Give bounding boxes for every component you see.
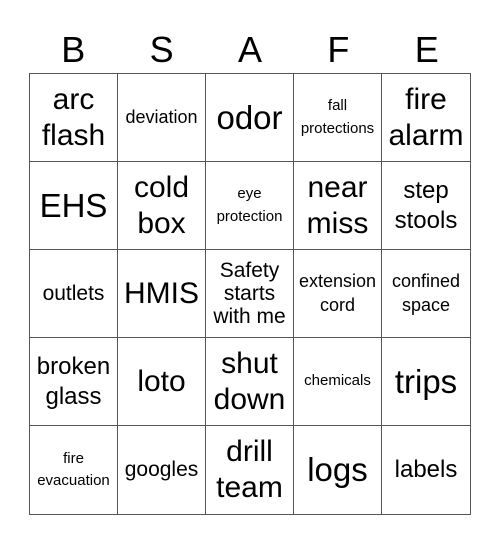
bingo-cell[interactable]: logs (294, 426, 382, 514)
bingo-cell[interactable]: HMIS (118, 250, 206, 338)
header-letter-f: F (327, 29, 350, 70)
bingo-cell[interactable]: drill team (206, 426, 294, 514)
bingo-cell[interactable]: loto (118, 338, 206, 426)
bingo-cell[interactable]: Safety starts with me (206, 250, 294, 338)
bingo-cell[interactable]: eye protection (206, 162, 294, 250)
bingo-cell[interactable]: shut down (206, 338, 294, 426)
bingo-cell[interactable]: arc flash (30, 74, 118, 162)
header-letter-a: A (237, 29, 262, 70)
bingo-cell[interactable]: fire evacuation (30, 426, 118, 514)
bingo-cell[interactable]: confined space (382, 250, 470, 338)
bingo-cell[interactable]: fire alarm (382, 74, 470, 162)
bingo-cell[interactable]: EHS (30, 162, 118, 250)
bingo-cell[interactable]: googles (118, 426, 206, 514)
bingo-cell[interactable]: fall protections (294, 74, 382, 162)
bingo-cell[interactable]: trips (382, 338, 470, 426)
header-letter-e: E (414, 29, 439, 70)
bingo-cell[interactable]: near miss (294, 162, 382, 250)
header-letter-b: B (61, 29, 86, 70)
bingo-cell[interactable]: labels (382, 426, 470, 514)
bingo-cell[interactable]: step stools (382, 162, 470, 250)
bingo-cell[interactable]: odor (206, 74, 294, 162)
bingo-grid: arc flash deviation odor fall protection… (29, 73, 471, 515)
bingo-cell[interactable]: chemicals (294, 338, 382, 426)
header-letter-s: S (149, 29, 174, 70)
bingo-cell[interactable]: deviation (118, 74, 206, 162)
bingo-header: B S A F E (29, 28, 471, 72)
bingo-cell[interactable]: broken glass (30, 338, 118, 426)
bingo-cell[interactable]: extension cord (294, 250, 382, 338)
bingo-cell[interactable]: cold box (118, 162, 206, 250)
bingo-cell[interactable]: outlets (30, 250, 118, 338)
